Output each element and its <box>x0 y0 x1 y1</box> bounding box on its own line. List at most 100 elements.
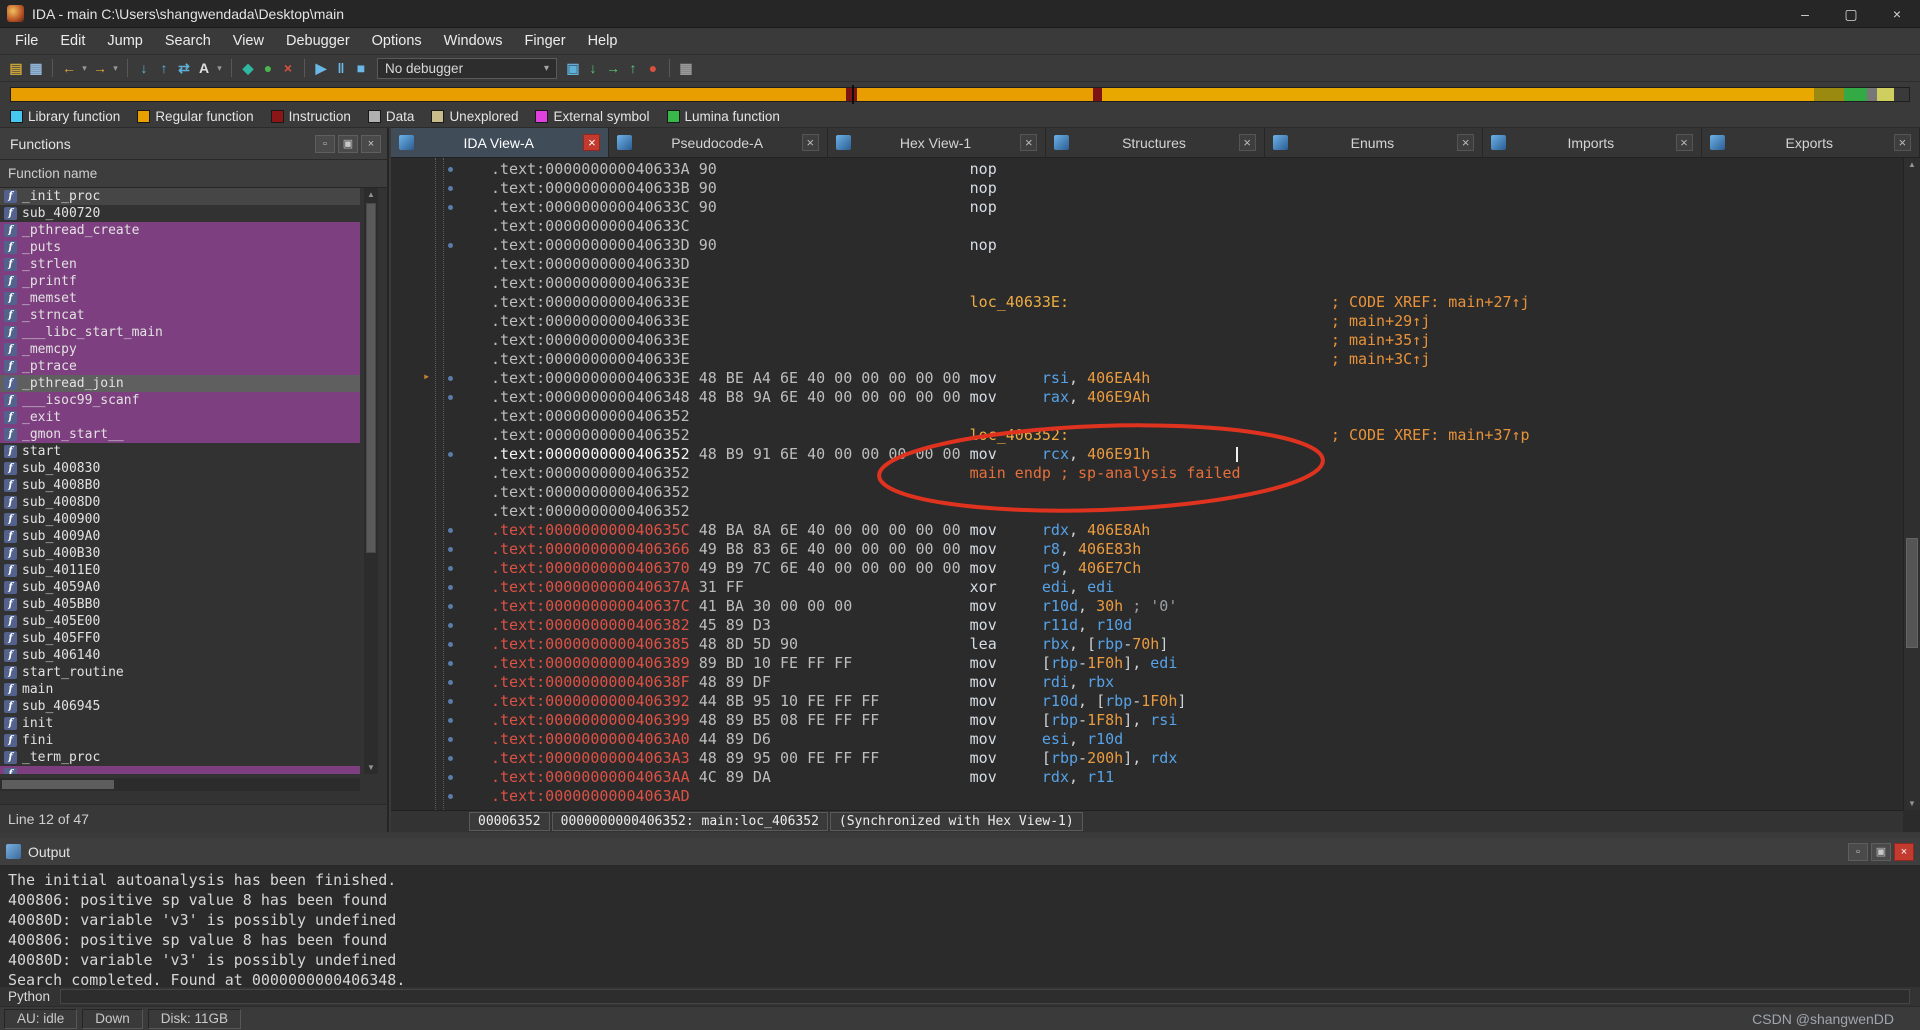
disasm-line[interactable]: .text:0000000000406392 44 8B 95 10 FE FF… <box>391 692 1903 711</box>
scrollbar-thumb[interactable] <box>366 203 376 553</box>
menu-jump[interactable]: Jump <box>96 28 153 55</box>
disasm-line[interactable]: .text:000000000040633D 90 nop <box>391 236 1903 255</box>
menu-help[interactable]: Help <box>577 28 629 55</box>
disasm-line[interactable]: .text:0000000000406385 48 8D 5D 90 lea r… <box>391 635 1903 654</box>
menu-search[interactable]: Search <box>154 28 222 55</box>
function-list-item[interactable]: f start <box>0 443 360 460</box>
disassembly-vertical-scrollbar[interactable]: ▲ ▼ <box>1903 158 1920 810</box>
breakpoints-icon[interactable]: ● <box>643 58 663 79</box>
debugger-start-icon[interactable]: ▶ <box>311 58 331 79</box>
disasm-line[interactable]: .text:0000000000406366 49 B8 83 6E 40 00… <box>391 540 1903 559</box>
function-list-item[interactable]: f sub_4059A0 <box>0 579 360 596</box>
disasm-line[interactable]: .text:0000000000406348 48 B8 9A 6E 40 00… <box>391 388 1903 407</box>
disasm-line[interactable]: .text:00000000004063A3 48 89 95 00 FE FF… <box>391 749 1903 768</box>
tab-close-icon[interactable]: × <box>1675 134 1693 151</box>
disasm-line[interactable]: .text:0000000000406352 loc_406352: ; COD… <box>391 426 1903 445</box>
function-list-item[interactable]: f sub_405BB0 <box>0 596 360 613</box>
function-list-item[interactable]: f _init_proc <box>0 188 360 205</box>
dock-button[interactable]: ▣ <box>1871 842 1891 861</box>
jump-to-address-icon[interactable]: ↓ <box>134 58 154 79</box>
function-list-item[interactable]: f _memset <box>0 290 360 307</box>
analysis-ok-icon[interactable]: ● <box>258 58 278 79</box>
tab-close-icon[interactable]: × <box>583 134 601 151</box>
disasm-line[interactable]: .text:0000000000406382 45 89 D3 mov r11d… <box>391 616 1903 635</box>
tab-imports[interactable]: Imports × <box>1483 128 1702 157</box>
tab-hex-view-1[interactable]: Hex View-1 × <box>827 128 1047 157</box>
function-list-item[interactable]: f sub_406945 <box>0 698 360 715</box>
disasm-line[interactable]: .text:000000000040633B 90 nop <box>391 179 1903 198</box>
analysis-indicator-icon[interactable]: ◆ <box>238 58 258 79</box>
step-into-icon[interactable]: ↓ <box>583 58 603 79</box>
combo-dropdown-icon[interactable]: ▾ <box>528 63 549 74</box>
run-until-return-icon[interactable]: ↑ <box>623 58 643 79</box>
menu-options[interactable]: Options <box>361 28 433 55</box>
disassembly-view[interactable]: .text:000000000040633A 90 nop .text:0000… <box>391 158 1920 832</box>
close-button[interactable]: × <box>361 134 381 153</box>
function-list-item[interactable]: f sub_4008D0 <box>0 494 360 511</box>
disasm-line[interactable]: .text:0000000000406352 <box>391 502 1903 521</box>
tab-exports[interactable]: Exports × <box>1701 128 1920 157</box>
disasm-line[interactable]: .text:000000000040635C 48 BA 8A 6E 40 00… <box>391 521 1903 540</box>
tab-close-icon[interactable]: × <box>801 134 819 151</box>
function-list-item[interactable]: f _strlen <box>0 256 360 273</box>
step-over-icon[interactable]: → <box>603 58 623 79</box>
function-list-item[interactable]: f _term_proc <box>0 749 360 766</box>
tab-enums[interactable]: Enums × <box>1264 128 1484 157</box>
function-list-item[interactable]: f sub_4008B0 <box>0 477 360 494</box>
function-list-item[interactable]: f sub_400830 <box>0 460 360 477</box>
window-close-button[interactable]: × <box>1874 0 1920 28</box>
window-maximize-button[interactable]: ▢ <box>1828 0 1874 28</box>
function-list-item[interactable]: f _gmon_start__ <box>0 426 360 443</box>
function-list-item[interactable]: f start_routine <box>0 664 360 681</box>
window-minimize-button[interactable]: – <box>1782 0 1828 28</box>
close-button[interactable]: × <box>1894 842 1914 861</box>
function-list-item[interactable]: f ___isoc99_scanf <box>0 392 360 409</box>
function-list-item[interactable]: f sub_405E00 <box>0 613 360 630</box>
menu-windows[interactable]: Windows <box>433 28 514 55</box>
disasm-line[interactable]: .text:0000000000406352 <box>391 483 1903 502</box>
scroll-up-icon[interactable]: ▲ <box>1904 158 1920 171</box>
new-file-icon[interactable]: ▤ <box>6 58 26 79</box>
disasm-line[interactable]: .text:00000000004063A0 44 89 D6 mov esi,… <box>391 730 1903 749</box>
disasm-line[interactable]: .text:000000000040633E ; main+29↑j <box>391 312 1903 331</box>
navigate-forward-dropdown-icon[interactable]: ▾ <box>110 58 121 79</box>
menu-view[interactable]: View <box>222 28 275 55</box>
menu-debugger[interactable]: Debugger <box>275 28 361 55</box>
tab-close-icon[interactable]: × <box>1457 134 1475 151</box>
disasm-line[interactable]: .text:000000000040633A 90 nop <box>391 160 1903 179</box>
disasm-line[interactable]: ▸ .text:000000000040633E 48 BE A4 6E 40 0… <box>391 369 1903 388</box>
menu-file[interactable]: File <box>4 28 49 55</box>
navigation-band[interactable] <box>10 84 1910 104</box>
function-list-item[interactable]: f _puts <box>0 239 360 256</box>
function-list-item[interactable]: f _exit <box>0 409 360 426</box>
function-list-item[interactable]: f _memcpy <box>0 341 360 358</box>
tab-close-icon[interactable]: × <box>1893 134 1911 151</box>
maximize-button[interactable]: ▫ <box>1848 842 1868 861</box>
navigate-forward-icon[interactable]: → <box>90 58 110 79</box>
disasm-line[interactable]: .text:000000000040633C 90 nop <box>391 198 1903 217</box>
function-list-horizontal-scrollbar[interactable] <box>0 778 360 791</box>
disasm-line[interactable]: .text:000000000040633E ; main+35↑j <box>391 331 1903 350</box>
search-text-icon[interactable]: A <box>194 58 214 79</box>
function-list-item[interactable]: f <box>0 766 360 774</box>
function-list-item[interactable]: f _printf <box>0 273 360 290</box>
menu-finger[interactable]: Finger <box>513 28 576 55</box>
snapshot-icon[interactable]: ▦ <box>676 58 696 79</box>
cli-input[interactable] <box>60 989 1910 1004</box>
function-list-item[interactable]: f sub_400900 <box>0 511 360 528</box>
function-list-item[interactable]: f sub_400B30 <box>0 545 360 562</box>
function-name-column-header[interactable]: Function name <box>0 160 387 188</box>
debugger-attach-icon[interactable]: ▣ <box>563 58 583 79</box>
function-list-item[interactable]: f _pthread_create <box>0 222 360 239</box>
function-list-item[interactable]: f sub_400720 <box>0 205 360 222</box>
function-list-vertical-scrollbar[interactable]: ▲ ▼ <box>364 188 378 774</box>
disasm-line[interactable]: .text:0000000000406399 48 89 B5 08 FE FF… <box>391 711 1903 730</box>
debugger-stop-icon[interactable]: ■ <box>351 58 371 79</box>
navigate-back-dropdown-icon[interactable]: ▾ <box>79 58 90 79</box>
restore-button[interactable]: ▫ <box>315 134 335 153</box>
save-file-icon[interactable]: ▦ <box>26 58 46 79</box>
jump-xref-icon[interactable]: ⇄ <box>174 58 194 79</box>
function-list-item[interactable]: f _ptrace <box>0 358 360 375</box>
menu-edit[interactable]: Edit <box>49 28 96 55</box>
function-list-item[interactable]: f sub_4009A0 <box>0 528 360 545</box>
